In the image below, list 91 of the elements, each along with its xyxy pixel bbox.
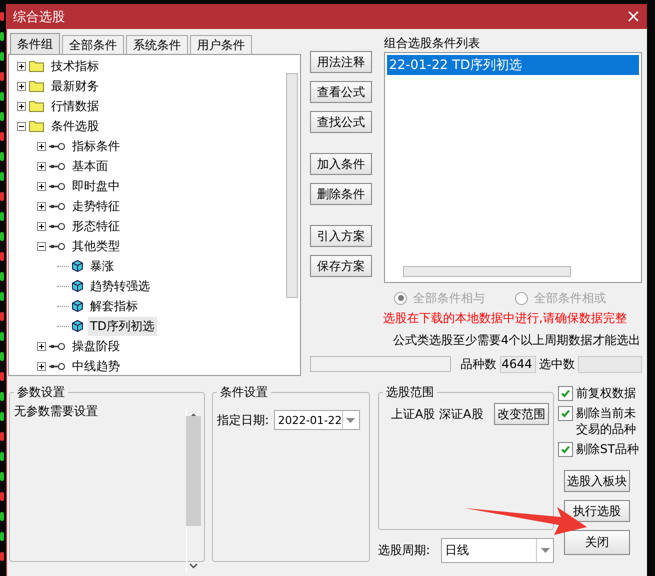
cube-icon bbox=[72, 260, 83, 272]
checkbox-label: 剔除当前未交易的品种 bbox=[576, 405, 637, 437]
list-label: 组合选股条件列表 bbox=[384, 35, 481, 52]
expand-icon[interactable] bbox=[37, 142, 46, 150]
action-button[interactable]: 查看公式 bbox=[310, 81, 372, 103]
folder-icon bbox=[29, 80, 44, 92]
checkbox[interactable] bbox=[558, 386, 573, 401]
range-text: 上证A股 深证A股 bbox=[391, 406, 484, 422]
scroll-down-icon[interactable] bbox=[189, 563, 198, 569]
action-button[interactable]: 加入条件 bbox=[310, 153, 372, 175]
tree-item[interactable]: 走势特征 bbox=[70, 196, 122, 216]
tab[interactable]: 系统条件 bbox=[126, 35, 188, 54]
tree-item[interactable]: 技术指标 bbox=[49, 56, 101, 76]
key-icon bbox=[49, 202, 65, 210]
close-button[interactable]: × bbox=[620, 8, 647, 26]
note-text: 公式类选股至少需要4个以上周期数据才能选出 bbox=[392, 332, 642, 349]
period-label: 选股周期: bbox=[378, 542, 430, 559]
date-dropdown[interactable]: 2022-01-22 bbox=[274, 410, 360, 430]
key-icon bbox=[49, 362, 65, 370]
checkbox-label: 前复权数据 bbox=[576, 385, 637, 401]
key-icon bbox=[49, 142, 65, 150]
tree-item[interactable]: 形态特征 bbox=[70, 216, 122, 236]
action-button[interactable]: 查找公式 bbox=[310, 111, 372, 133]
tree-item[interactable]: 条件选股 bbox=[49, 116, 101, 136]
tree-item[interactable]: 解套指标 bbox=[88, 296, 140, 316]
group-title: 参数设置 bbox=[16, 384, 66, 401]
group-title: 选股范围 bbox=[385, 384, 436, 401]
key-icon bbox=[49, 242, 65, 250]
tree-item[interactable]: 行情数据 bbox=[49, 96, 101, 116]
tree-item[interactable]: 即时盘中 bbox=[70, 176, 122, 196]
checkbox[interactable] bbox=[558, 442, 573, 457]
expand-icon[interactable] bbox=[37, 342, 46, 350]
expand-icon[interactable] bbox=[17, 102, 26, 110]
expand-icon[interactable] bbox=[17, 62, 26, 70]
tree-item[interactable]: 中线趋势 bbox=[70, 356, 122, 375]
cube-icon bbox=[72, 320, 83, 332]
dialog-button[interactable]: 选股入板块 bbox=[564, 470, 630, 492]
scrollbar[interactable] bbox=[286, 73, 298, 298]
action-button[interactable]: 保存方案 bbox=[310, 255, 372, 277]
folder-icon bbox=[29, 100, 44, 112]
key-icon bbox=[49, 222, 65, 230]
count-label: 品种数 bbox=[460, 356, 497, 372]
tree-item[interactable]: 趋势转强选 bbox=[88, 276, 152, 296]
dropdown-arrow-icon bbox=[346, 418, 356, 422]
date-label: 指定日期: bbox=[216, 412, 269, 428]
expand-icon[interactable] bbox=[37, 202, 46, 210]
expand-icon[interactable] bbox=[17, 82, 26, 90]
change-range-button[interactable]: 改变范围 bbox=[494, 403, 549, 425]
tree-item[interactable]: 最新财务 bbox=[49, 76, 101, 96]
list-item[interactable]: 22-01-22 TD序列初选 bbox=[387, 55, 639, 75]
tree-item[interactable]: 暴涨 bbox=[88, 256, 116, 276]
folder-icon bbox=[29, 60, 44, 72]
count-field: 4644 bbox=[500, 356, 536, 372]
cube-icon bbox=[72, 300, 83, 312]
folder-icon bbox=[29, 120, 44, 132]
period-dropdown[interactable]: 日线 bbox=[441, 538, 554, 563]
dialog-button[interactable]: 关闭 bbox=[564, 530, 630, 555]
dropdown-arrow-icon bbox=[540, 548, 550, 553]
action-button[interactable]: 用法注释 bbox=[310, 51, 372, 73]
action-button[interactable]: 引入方案 bbox=[310, 225, 372, 247]
window-title: 综合选股 bbox=[12, 8, 65, 26]
expand-icon[interactable] bbox=[37, 222, 46, 230]
checkbox-label: 剔除ST品种 bbox=[576, 441, 640, 457]
key-icon bbox=[49, 182, 65, 190]
tab[interactable]: 条件组 bbox=[10, 33, 60, 54]
tree-item[interactable]: 操盘阶段 bbox=[70, 336, 122, 356]
tab[interactable]: 用户条件 bbox=[190, 35, 252, 54]
action-button[interactable]: 删除条件 bbox=[310, 183, 372, 205]
collapse-icon[interactable] bbox=[37, 242, 46, 250]
key-icon bbox=[49, 162, 65, 170]
tree-item[interactable]: 指标条件 bbox=[70, 136, 122, 156]
checkmark-icon bbox=[560, 444, 571, 455]
tree-item[interactable]: TD序列初选 bbox=[88, 316, 157, 336]
tab[interactable]: 全部条件 bbox=[62, 35, 124, 54]
count-label: 选中数 bbox=[539, 356, 576, 372]
scrollbar[interactable] bbox=[403, 266, 571, 277]
params-text: 无参数需要设置 bbox=[14, 404, 98, 418]
expand-icon[interactable] bbox=[37, 362, 46, 370]
expand-icon[interactable] bbox=[37, 182, 46, 190]
key-icon bbox=[49, 342, 65, 350]
cube-icon bbox=[72, 280, 83, 292]
count-field bbox=[578, 356, 642, 372]
group-title: 条件设置 bbox=[218, 384, 269, 401]
tree-item[interactable]: 基本面 bbox=[70, 156, 110, 176]
tree-item[interactable]: 其他类型 bbox=[70, 236, 122, 256]
warning-text: 选股在下载的本地数据中进行,请确保数据完整 bbox=[382, 310, 628, 327]
checkmark-icon bbox=[560, 388, 571, 399]
collapse-icon[interactable] bbox=[17, 122, 26, 130]
checkbox[interactable] bbox=[558, 406, 573, 421]
expand-icon[interactable] bbox=[37, 162, 46, 170]
checkmark-icon bbox=[560, 408, 571, 419]
